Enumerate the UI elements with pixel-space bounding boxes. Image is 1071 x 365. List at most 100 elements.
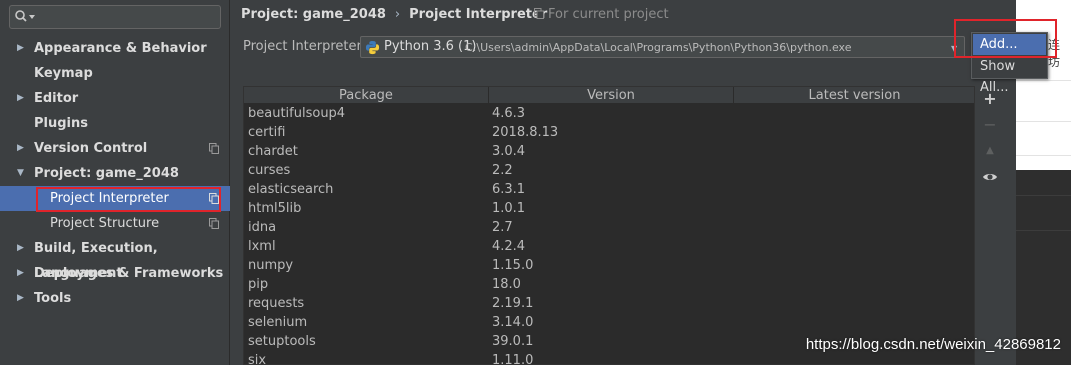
table-row[interactable]: beautifulsoup4 4.6.3 [244, 104, 974, 123]
upgrade-package-button[interactable]: ▲ [981, 142, 999, 160]
table-row[interactable]: selenium 3.14.0 [244, 313, 974, 332]
table-row[interactable]: elasticsearch 6.3.1 [244, 180, 974, 199]
package-version: 4.2.4 [492, 239, 526, 254]
divider [1016, 155, 1071, 156]
package-name: elasticsearch [248, 182, 334, 197]
python-icon [365, 40, 380, 55]
package-name: chardet [248, 144, 298, 159]
package-name: selenium [248, 315, 308, 330]
sidebar-item-plugins[interactable]: Plugins [0, 111, 230, 136]
sidebar-item-label: Project Structure [50, 216, 160, 231]
project-interpreter-panel: Project: game_2048 › Project Interpreter F… [231, 0, 1016, 365]
table-row[interactable]: numpy 1.15.0 [244, 256, 974, 275]
sidebar-item-label: Appearance & Behavior [34, 41, 207, 56]
sidebar-item-editor[interactable]: ▶ Editor [0, 86, 230, 111]
divider [1016, 80, 1071, 81]
sidebar-item-appearance-behavior[interactable]: ▶ Appearance & Behavior [0, 36, 230, 61]
table-row[interactable]: chardet 3.0.4 [244, 142, 974, 161]
table-row[interactable]: requests 2.19.1 [244, 294, 974, 313]
breadcrumb-project: Project: game_2048 [241, 7, 386, 22]
package-version: 2.7 [492, 220, 513, 235]
package-name: curses [248, 163, 291, 178]
sidebar-item-label: Editor [34, 91, 79, 106]
project-scope-icon [209, 218, 219, 229]
scope-note: For current project [534, 6, 669, 24]
sidebar-item-label: Tools [34, 291, 72, 306]
package-name: html5lib [248, 201, 302, 216]
settings-search-input[interactable] [9, 5, 221, 29]
sidebar-item-label: Languages & Frameworks [34, 266, 224, 281]
package-version: 1.11.0 [492, 353, 534, 365]
sidebar-item-languages-frameworks[interactable]: ▶ Languages & Frameworks [0, 261, 230, 286]
table-row[interactable]: html5lib 1.0.1 [244, 199, 974, 218]
watermark: https://blog.csdn.net/weixin_42869812 [805, 336, 1061, 353]
sidebar-item-project-interpreter[interactable]: Project Interpreter [0, 186, 230, 211]
add-interpreter-menu: Add... Show All... [971, 32, 1048, 95]
packages-table: Package Version Latest version beautiful… [243, 86, 975, 365]
package-version: 2.19.1 [492, 296, 534, 311]
table-row[interactable]: idna 2.7 [244, 218, 974, 237]
table-row[interactable]: pip 18.0 [244, 275, 974, 294]
project-scope-icon [209, 143, 219, 154]
expand-arrow-icon[interactable]: ▶ [17, 86, 24, 111]
package-version: 3.14.0 [492, 315, 534, 330]
package-version: 2018.8.13 [492, 125, 559, 140]
sidebar-item-label: Plugins [34, 116, 88, 131]
sidebar-item-tools[interactable]: ▶ Tools [0, 286, 230, 311]
sidebar-item-label: Project Interpreter [50, 191, 169, 206]
sidebar-item-project[interactable]: ▼ Project: game_2048 [0, 161, 230, 186]
divider [1016, 121, 1071, 122]
background-text: 连坊 [1048, 38, 1061, 69]
breadcrumb: Project: game_2048 › Project Interpreter [241, 6, 547, 24]
sidebar-item-label: Version Control [34, 141, 148, 156]
menu-item-add[interactable]: Add... [973, 34, 1046, 55]
package-version: 6.3.1 [492, 182, 526, 197]
dropdown-arrow-icon[interactable]: ▼ [951, 44, 957, 53]
table-row[interactable]: six 1.11.0 [244, 351, 974, 365]
package-name: requests [248, 296, 305, 311]
expand-arrow-icon[interactable]: ▶ [17, 286, 24, 311]
menu-item-show-all[interactable]: Show All... [973, 56, 1046, 95]
package-name: pip [248, 277, 269, 292]
search-icon [15, 10, 35, 22]
interpreter-dropdown[interactable]: Python 3.6 (1) C:\Users\admin\AppData\Lo… [360, 36, 965, 58]
table-row[interactable]: lxml 4.2.4 [244, 237, 974, 256]
package-version: 1.0.1 [492, 201, 526, 216]
project-scope-icon [209, 193, 219, 204]
package-version: 4.6.3 [492, 106, 526, 121]
table-header: Package Version Latest version [244, 87, 974, 104]
column-header-package[interactable]: Package [244, 87, 489, 104]
package-name: idna [248, 220, 277, 235]
eye-icon[interactable] [981, 168, 999, 186]
divider [1016, 230, 1071, 231]
package-name: certifi [248, 125, 286, 140]
table-row[interactable]: certifi 2018.8.13 [244, 123, 974, 142]
package-toolbar: + − ▲ [977, 86, 1003, 365]
expand-arrow-icon[interactable]: ▶ [17, 136, 24, 161]
package-name: lxml [248, 239, 276, 254]
column-header-latest-version[interactable]: Latest version [734, 87, 974, 104]
table-row[interactable]: curses 2.2 [244, 161, 974, 180]
package-name: setuptools [248, 334, 316, 349]
sidebar-item-project-structure[interactable]: Project Structure [0, 211, 230, 236]
sidebar-item-keymap[interactable]: Keymap [0, 61, 230, 86]
expand-arrow-icon[interactable]: ▶ [17, 236, 24, 261]
divider [1016, 195, 1071, 196]
remove-package-button[interactable]: − [981, 116, 999, 134]
expand-arrow-icon[interactable]: ▶ [17, 261, 24, 286]
interpreter-path: C:\Users\admin\AppData\Local\Programs\Py… [465, 41, 852, 54]
column-header-version[interactable]: Version [489, 87, 734, 104]
package-name: beautifulsoup4 [248, 106, 346, 121]
breadcrumb-page: Project Interpreter [409, 7, 548, 22]
table-body: beautifulsoup4 4.6.3 certifi 2018.8.13 cha… [244, 104, 974, 365]
sidebar-item-label: Keymap [34, 66, 93, 81]
sidebar-item-build-execution-deployment[interactable]: ▶ Build, Execution, Deployment [0, 236, 230, 281]
sidebar-item-version-control[interactable]: ▶ Version Control [0, 136, 230, 161]
settings-sidebar: ▶ Appearance & Behavior Keymap ▶ Editor … [0, 0, 230, 365]
interpreter-label: Project Interpreter: [243, 39, 367, 54]
package-name: numpy [248, 258, 294, 273]
scope-note-text: For current project [548, 7, 669, 22]
package-version: 39.0.1 [492, 334, 534, 349]
expand-arrow-icon[interactable]: ▶ [17, 36, 24, 61]
collapse-arrow-icon[interactable]: ▼ [17, 161, 24, 186]
